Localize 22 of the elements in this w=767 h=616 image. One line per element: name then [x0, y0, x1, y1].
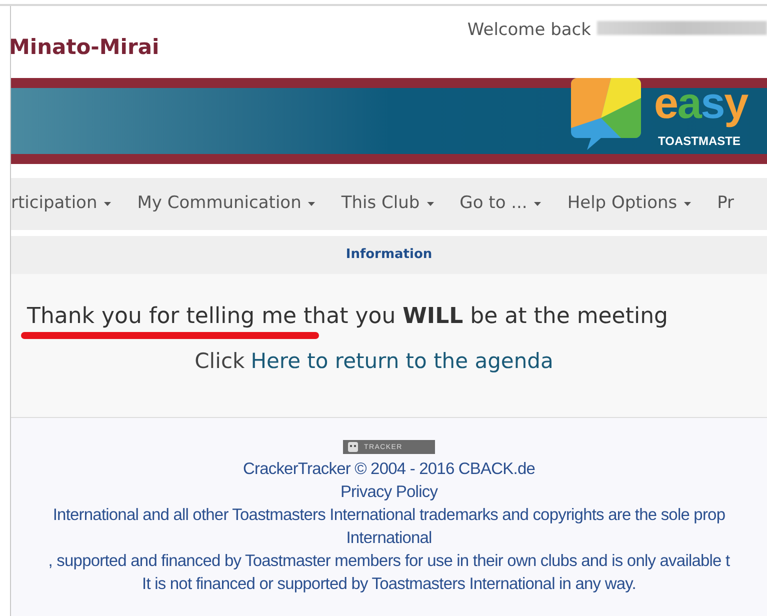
nav-menu-item[interactable]: Go to ... — [460, 191, 542, 217]
nav-menu-item[interactable]: rticipation — [11, 191, 112, 217]
confirmation-message: Thank you for telling me that you WILL be at the meeting — [27, 304, 668, 330]
footer-text: International and all other Toastmasters International trademarks and copyrights are the sole prop — [52, 505, 726, 526]
footer-text: , supported and financed by Toastmaster members for use in their own clubs and is only available t — [47, 551, 731, 572]
footer-text: It is not financed or supported by Toastmasters International in any way. — [141, 574, 637, 595]
logo-tagline: TOASTMASTE — [658, 133, 740, 150]
nav-menu-item[interactable]: My Communication — [137, 191, 316, 217]
footer-text: CrackerTracker © 2004 - 2016 CBACK.de — [242, 459, 536, 480]
nav-menu-item[interactable]: This Club — [341, 191, 434, 217]
info-title: Information — [346, 246, 432, 264]
welcome-text: Welcome back — [467, 19, 591, 42]
footer-text: Privacy Policy — [339, 482, 439, 503]
click-text: Click — [194, 348, 245, 375]
agenda-link[interactable]: Here to return to the agenda — [250, 346, 554, 378]
logo-word: easy — [654, 82, 748, 126]
robot-icon — [346, 441, 360, 453]
nav-menu-item[interactable]: Pr — [717, 191, 734, 217]
speech-bubble-logo-icon — [571, 78, 641, 150]
footer-text: International — [345, 528, 433, 549]
nav-menu-item[interactable]: Help Options — [567, 191, 692, 217]
club-name: Minato-Mirai — [11, 34, 160, 61]
